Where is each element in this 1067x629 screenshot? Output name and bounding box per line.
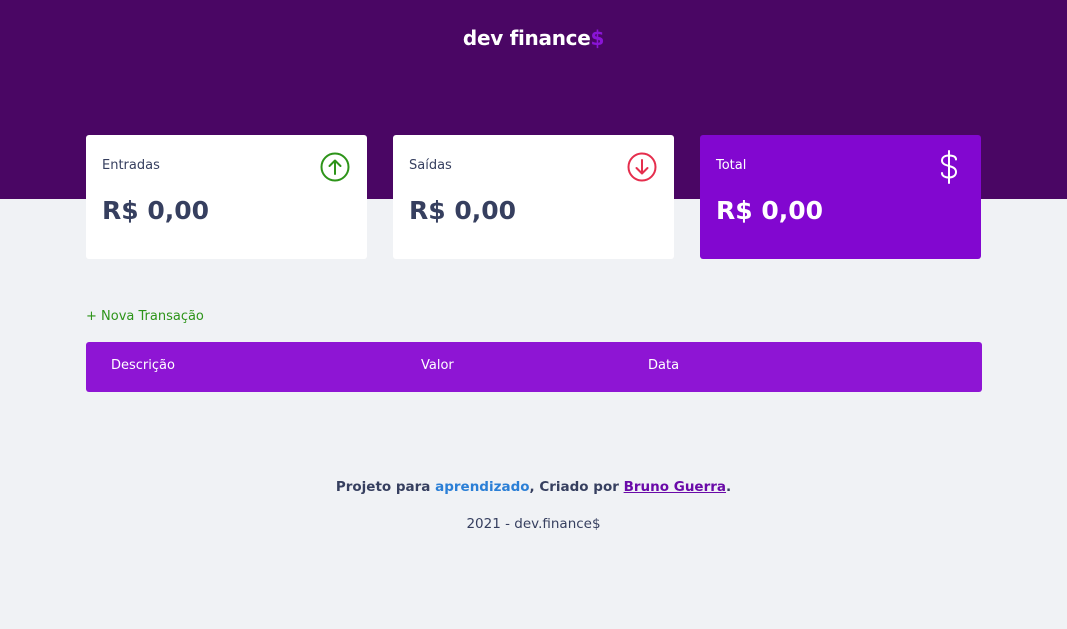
card-entradas: Entradas R$ 0,00 [86,135,367,259]
logo: dev finance$ [0,26,1067,50]
column-descricao: Descrição [111,358,175,373]
card-total-value: R$ 0,00 [716,196,824,225]
dollar-icon [940,150,958,184]
footer-middle: , Criado por [529,479,624,495]
column-valor: Valor [421,358,454,373]
footer-prefix: Projeto para [335,479,436,495]
author-link[interactable]: Bruno Guerra [624,479,726,495]
card-saidas-value: R$ 0,00 [409,196,517,225]
footer-highlight: aprendizado [435,479,530,495]
card-total-label: Total [716,158,747,173]
arrow-down-circle-icon [627,152,657,182]
footer-credits: Projeto para aprendizado, Criado por Bru… [0,479,1067,495]
card-entradas-value: R$ 0,00 [102,196,210,225]
footer-suffix: . [726,479,732,495]
logo-dollar: $ [590,26,605,50]
card-saidas: Saídas R$ 0,00 [393,135,674,259]
footer-copyright: 2021 - dev.finance$ [466,516,601,532]
column-data: Data [648,358,680,373]
card-saidas-label: Saídas [409,158,452,173]
logo-text: dev finance [462,26,591,50]
card-total: Total R$ 0,00 [700,135,981,259]
card-entradas-label: Entradas [102,158,160,173]
transactions-table-header: Descrição Valor Data [86,342,982,392]
arrow-up-circle-icon [320,152,350,182]
new-transaction-button[interactable]: + Nova Transação [86,309,204,324]
